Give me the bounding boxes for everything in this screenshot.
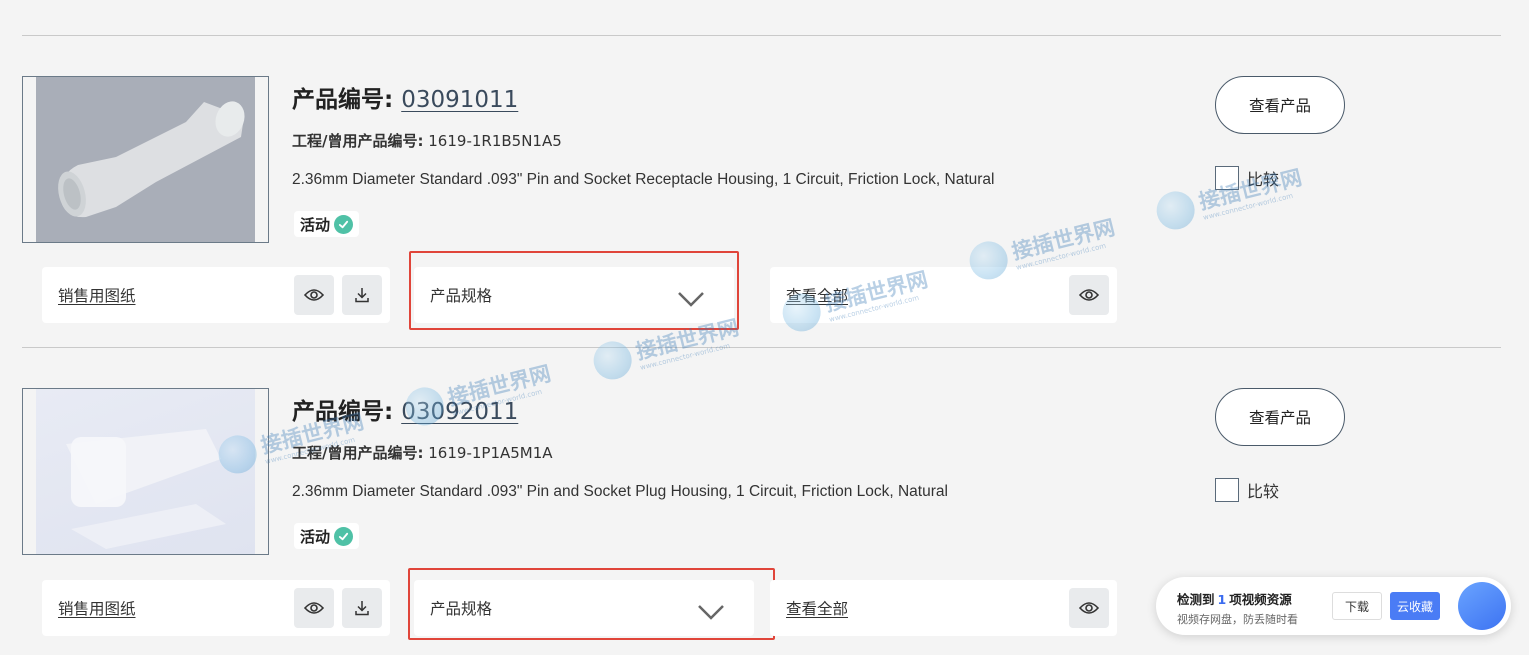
product-specs-label: 产品规格 <box>430 287 493 305</box>
product-title: 产品编号: 03092011 <box>292 392 518 426</box>
compare-toggle[interactable]: 比较 <box>1215 478 1279 502</box>
eng-number-label: 工程/曾用产品编号: <box>292 444 424 462</box>
chevron-down-icon[interactable] <box>696 596 726 626</box>
sales-drawing-link[interactable]: 销售用图纸 <box>58 284 136 306</box>
top-divider <box>22 35 1501 36</box>
video-detect-toast: 检测到 1 项视频资源 视频存网盘，防丢随时看 下载 云收藏 <box>1156 577 1511 635</box>
view-all-card: 查看全部 <box>770 580 1117 636</box>
eng-number-value: 1619-1R1B5N1A5 <box>428 132 562 150</box>
product-specs-card[interactable]: 产品规格 <box>414 580 754 636</box>
toast-text: 检测到 1 项视频资源 视频存网盘，防丢随时看 <box>1177 589 1298 627</box>
toast-sub-text: 视频存网盘，防丢随时看 <box>1177 613 1298 626</box>
download-icon <box>355 601 369 616</box>
compare-checkbox[interactable] <box>1215 166 1239 190</box>
eng-number-line: 工程/曾用产品编号: 1619-1P1A5M1A <box>292 442 553 463</box>
check-icon <box>334 526 354 546</box>
product-title: 产品编号: 03091011 <box>292 80 518 114</box>
part-number-link[interactable]: 03091011 <box>401 87 518 113</box>
product-image <box>36 77 255 242</box>
preview-eye-button[interactable] <box>1069 275 1109 315</box>
download-button[interactable] <box>342 588 382 628</box>
check-icon <box>334 214 354 234</box>
sales-drawing-card: 销售用图纸 <box>42 267 390 323</box>
status-badge: 活动 <box>294 211 360 237</box>
status-label: 活动 <box>300 527 331 546</box>
product-description: 2.36mm Diameter Standard .093" Pin and S… <box>292 483 948 500</box>
view-product-button[interactable]: 查看产品 <box>1215 76 1345 134</box>
product-specs-label: 产品规格 <box>430 600 493 618</box>
product-description: 2.36mm Diameter Standard .093" Pin and S… <box>292 171 995 188</box>
compare-label: 比较 <box>1247 170 1280 189</box>
compare-label: 比较 <box>1247 482 1280 501</box>
eye-icon <box>304 289 324 301</box>
product-thumbnail[interactable] <box>22 76 269 243</box>
compare-toggle[interactable]: 比较 <box>1215 166 1279 190</box>
product-thumbnail[interactable] <box>22 388 269 555</box>
watermark-logo-icon <box>589 337 636 384</box>
eng-number-line: 工程/曾用产品编号: 1619-1R1B5N1A5 <box>292 130 562 151</box>
view-all-card: 查看全部 <box>770 267 1117 323</box>
sales-drawing-link[interactable]: 销售用图纸 <box>58 597 136 619</box>
chevron-down-icon[interactable] <box>676 283 706 313</box>
sales-drawing-card: 销售用图纸 <box>42 580 390 636</box>
view-product-button[interactable]: 查看产品 <box>1215 388 1345 446</box>
view-all-link[interactable]: 查看全部 <box>786 597 848 619</box>
preview-eye-button[interactable] <box>294 588 334 628</box>
product-title-label: 产品编号: <box>292 399 394 425</box>
compare-checkbox[interactable] <box>1215 478 1239 502</box>
view-all-link[interactable]: 查看全部 <box>786 284 848 306</box>
eng-number-value: 1619-1P1A5M1A <box>428 444 553 462</box>
preview-eye-button[interactable] <box>294 275 334 315</box>
eye-icon <box>1079 289 1099 301</box>
download-icon <box>355 288 369 303</box>
toast-download-button[interactable]: 下载 <box>1332 592 1382 620</box>
product-image <box>36 389 255 554</box>
part-number-link[interactable]: 03092011 <box>401 399 518 425</box>
toast-cloud-save-button[interactable]: 云收藏 <box>1390 592 1440 620</box>
preview-eye-button[interactable] <box>1069 588 1109 628</box>
eng-number-label: 工程/曾用产品编号: <box>292 132 424 150</box>
watermark-logo-icon <box>1152 187 1199 234</box>
toast-main-text: 检测到 1 项视频资源 <box>1177 592 1292 607</box>
product-specs-card[interactable]: 产品规格 <box>414 267 734 323</box>
assistant-avatar-icon[interactable] <box>1458 582 1506 630</box>
product-title-label: 产品编号: <box>292 87 394 113</box>
status-label: 活动 <box>300 215 331 234</box>
eye-icon <box>1079 602 1099 614</box>
status-badge: 活动 <box>294 523 360 549</box>
row-divider <box>22 347 1501 348</box>
download-button[interactable] <box>342 275 382 315</box>
eye-icon <box>304 602 324 614</box>
